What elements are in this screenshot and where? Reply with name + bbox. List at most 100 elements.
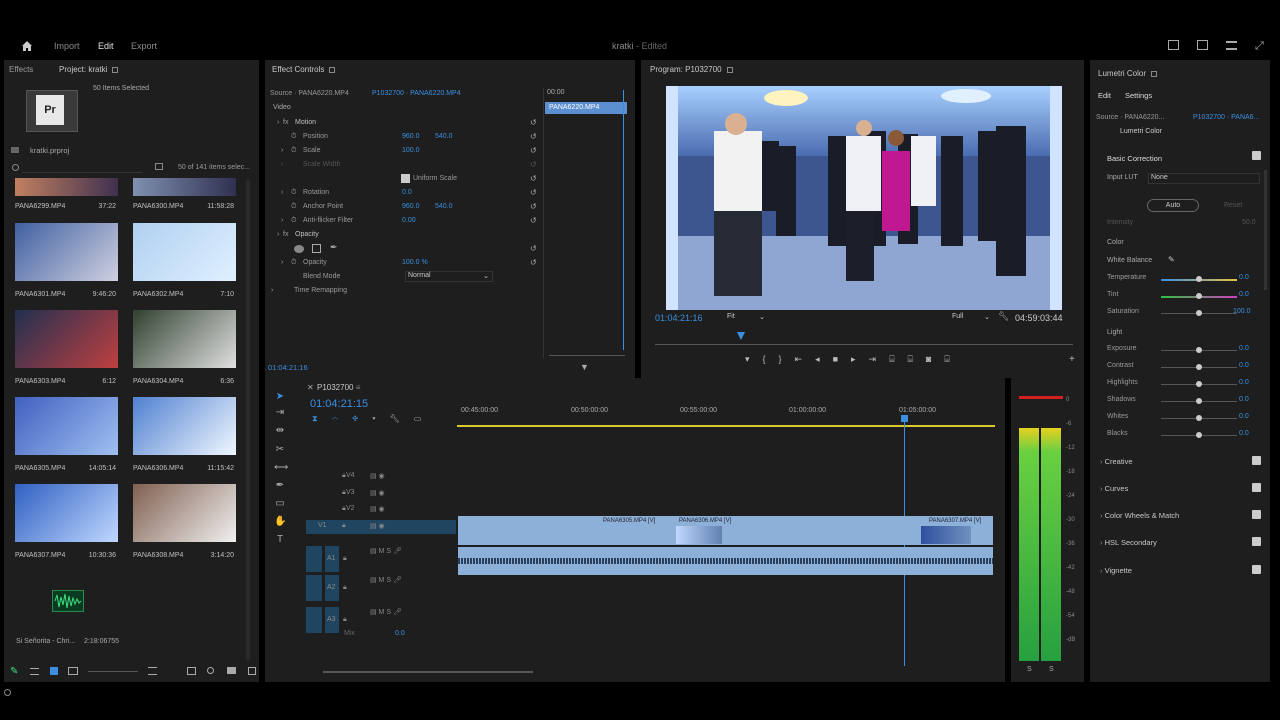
home-icon[interactable] [21, 40, 33, 52]
lumetri-source[interactable]: Source · PANA6220... [1096, 114, 1164, 121]
nav-edit[interactable]: Edit [98, 41, 114, 51]
lumetri-slider-row[interactable]: Saturation 100.0 [1107, 308, 1257, 320]
search-icon[interactable] [12, 164, 19, 171]
icon-view-icon[interactable] [50, 667, 58, 675]
lumetri-section-header[interactable]: › Curves [1100, 484, 1128, 493]
sort-icon[interactable] [148, 667, 157, 675]
lumetri-slider-row[interactable]: Highlights 0.0 [1107, 379, 1257, 391]
lumetri-slider-row[interactable]: Temperature 0.0 [1107, 274, 1257, 286]
clip-thumbnail[interactable]: PANA6301.MP4 9:46:20 [10, 218, 120, 302]
reset-button[interactable]: Reset [1224, 202, 1242, 209]
zoom-slider[interactable] [88, 671, 138, 672]
input-lut-select[interactable]: None [1148, 173, 1260, 184]
clip-thumbnail[interactable]: PANA6302.MP4 7:10 [128, 218, 238, 302]
scrollbar[interactable] [1264, 170, 1267, 290]
lumetri-section-header[interactable]: › Creative [1100, 457, 1133, 466]
pen-mask-icon[interactable]: ✒ [330, 242, 338, 253]
selection-tool-icon[interactable]: ➤ [274, 391, 286, 403]
automate-icon[interactable] [187, 667, 196, 675]
timeline-hscroll[interactable] [323, 671, 533, 673]
playhead-handle[interactable] [901, 415, 908, 422]
lumetri-slider-row[interactable]: Whites 0.0 [1107, 413, 1257, 425]
section-enable-checkbox[interactable] [1252, 483, 1261, 492]
resolution-select[interactable]: Full ⌄ [952, 313, 990, 321]
razor-icon[interactable]: ✂ [274, 444, 286, 456]
section-enable-checkbox[interactable] [1252, 537, 1261, 546]
ec-zoom-bar[interactable] [549, 355, 625, 356]
audio-track-header[interactable]: A3 🔒︎ ▤ M S 🎤︎ [306, 607, 456, 633]
slip-icon[interactable]: ⟷ [274, 462, 288, 474]
find-icon[interactable] [207, 667, 214, 674]
list-view-icon[interactable] [30, 668, 39, 675]
wrench-icon[interactable]: 🔧︎ [998, 311, 1009, 322]
pen-icon[interactable]: ✒ [274, 480, 286, 492]
workspace-menu-icon[interactable] [1226, 41, 1237, 50]
program-timecode[interactable]: 01:04:21:16 [655, 313, 703, 323]
clip-thumbnail[interactable]: PANA6305.MP4 14:05:14 [10, 392, 120, 476]
meter-solo[interactable]: S [1027, 666, 1032, 673]
clip-thumbnail[interactable]: PANA6300.MP4 11:58:28 [128, 178, 238, 214]
audio-track-header[interactable]: A2 🔒︎ ▤ M S 🎤︎ [306, 575, 456, 601]
lumetri-section-header[interactable]: › HSL Secondary [1100, 538, 1157, 547]
scrollbar[interactable] [246, 180, 250, 660]
clip-thumbnail[interactable]: PANA6308.MP4 3:14:20 [128, 479, 238, 563]
transport-controls[interactable]: ▾{}⇤◂■▸⇥⌸⌸◙⌸ [745, 354, 1084, 368]
add-button-icon[interactable]: + [1069, 354, 1075, 365]
lumetri-seq[interactable]: P1032700 · PANA6... [1193, 114, 1259, 121]
section-enable-checkbox[interactable] [1252, 510, 1261, 519]
program-scrubber[interactable] [655, 344, 1073, 345]
clip-thumbnail[interactable]: PANA6306.MP4 11:15:42 [128, 392, 238, 476]
mix-value[interactable]: 0.0 [395, 630, 405, 637]
video-track-header[interactable]: 🔒︎ V4 ▤ ◉ [265, 470, 455, 484]
tab-project[interactable]: Project: kratki [59, 65, 119, 74]
video-frame[interactable] [666, 86, 1062, 310]
clip-thumbnail[interactable]: PANA6299.MP4 37:22 [10, 178, 120, 214]
ec-source[interactable]: Source · PANA6220.MP4 [270, 90, 349, 97]
lumetri-section-header[interactable]: › Vignette [1100, 566, 1132, 575]
new-item-icon[interactable] [248, 667, 256, 675]
ec-playhead[interactable] [623, 90, 624, 350]
lumetri-slider-row[interactable]: Exposure 0.0 [1107, 345, 1257, 357]
rectangle-icon[interactable]: ▭ [274, 498, 286, 510]
color-header[interactable]: Color [1107, 239, 1124, 246]
new-bin-icon[interactable] [227, 667, 236, 674]
video-track-header[interactable]: 🔒︎ V3 ▤ ◉ [265, 487, 455, 501]
filter-icon[interactable]: ▼ [580, 362, 589, 372]
video-track-header[interactable]: 🔒︎ V2 ▤ ◉ [265, 503, 455, 517]
rect-mask-icon[interactable] [312, 244, 321, 253]
audio-clip[interactable] [458, 547, 993, 575]
ec-sequence[interactable]: P1032700 · PANA6220.MP4 [372, 90, 461, 97]
pencil-icon[interactable]: ✎ [10, 666, 18, 677]
tab-settings[interactable]: Settings [1125, 91, 1152, 100]
video-track-header[interactable]: 🔒︎ V1 ▤ ◉ [306, 520, 456, 534]
audio-waveform-icon[interactable] [52, 590, 84, 612]
lumetri-slider-row[interactable]: Tint 0.0 [1107, 291, 1257, 303]
nav-import[interactable]: Import [54, 41, 80, 51]
track-select-icon[interactable]: ⇥ [274, 407, 286, 419]
lumetri-slider-row[interactable]: Blacks 0.0 [1107, 430, 1257, 442]
auto-button[interactable]: Auto [1147, 199, 1199, 212]
timeline-timecode[interactable]: 01:04:21:15 [310, 398, 368, 410]
lumetri-slider-row[interactable]: Contrast 0.0 [1107, 362, 1257, 374]
clip-thumbnail[interactable]: PANA6307.MP4 10:30:36 [10, 479, 120, 563]
type-tool-icon[interactable]: T [274, 534, 286, 546]
sequence-tab[interactable]: P1032700 ≡ [317, 383, 360, 392]
fullscreen-icon[interactable]: ⤢ [1255, 40, 1264, 53]
close-sequence-icon[interactable]: ✕ [307, 383, 314, 392]
meter-solo[interactable]: S [1049, 666, 1054, 673]
quick-export-icon[interactable] [1168, 40, 1179, 50]
section-enable-checkbox[interactable] [1252, 456, 1261, 465]
reset-icons[interactable]: ↺ ↺ ↺ ↺ ↺ ↺ ↺ ↺ ↺ ↺ [530, 116, 540, 276]
search-input[interactable] [22, 162, 142, 173]
nav-export[interactable]: Export [131, 41, 157, 51]
section-enable-checkbox[interactable] [1252, 565, 1261, 574]
lumetri-section-header[interactable]: › Color Wheels & Match [1100, 511, 1179, 520]
fit-select[interactable]: Fit ⌄ [727, 313, 765, 321]
basic-correction-header[interactable]: Basic Correction [1107, 154, 1162, 163]
timeline-tools[interactable]: ⧗⌒✥▾🔧︎▭ [312, 414, 435, 424]
lumetri-slider-row[interactable]: Shadows 0.0 [1107, 396, 1257, 408]
tab-effects[interactable]: Effects [9, 65, 33, 74]
tab-edit[interactable]: Edit [1098, 91, 1111, 100]
basic-enable-checkbox[interactable] [1252, 151, 1261, 160]
light-header[interactable]: Light [1107, 329, 1122, 336]
